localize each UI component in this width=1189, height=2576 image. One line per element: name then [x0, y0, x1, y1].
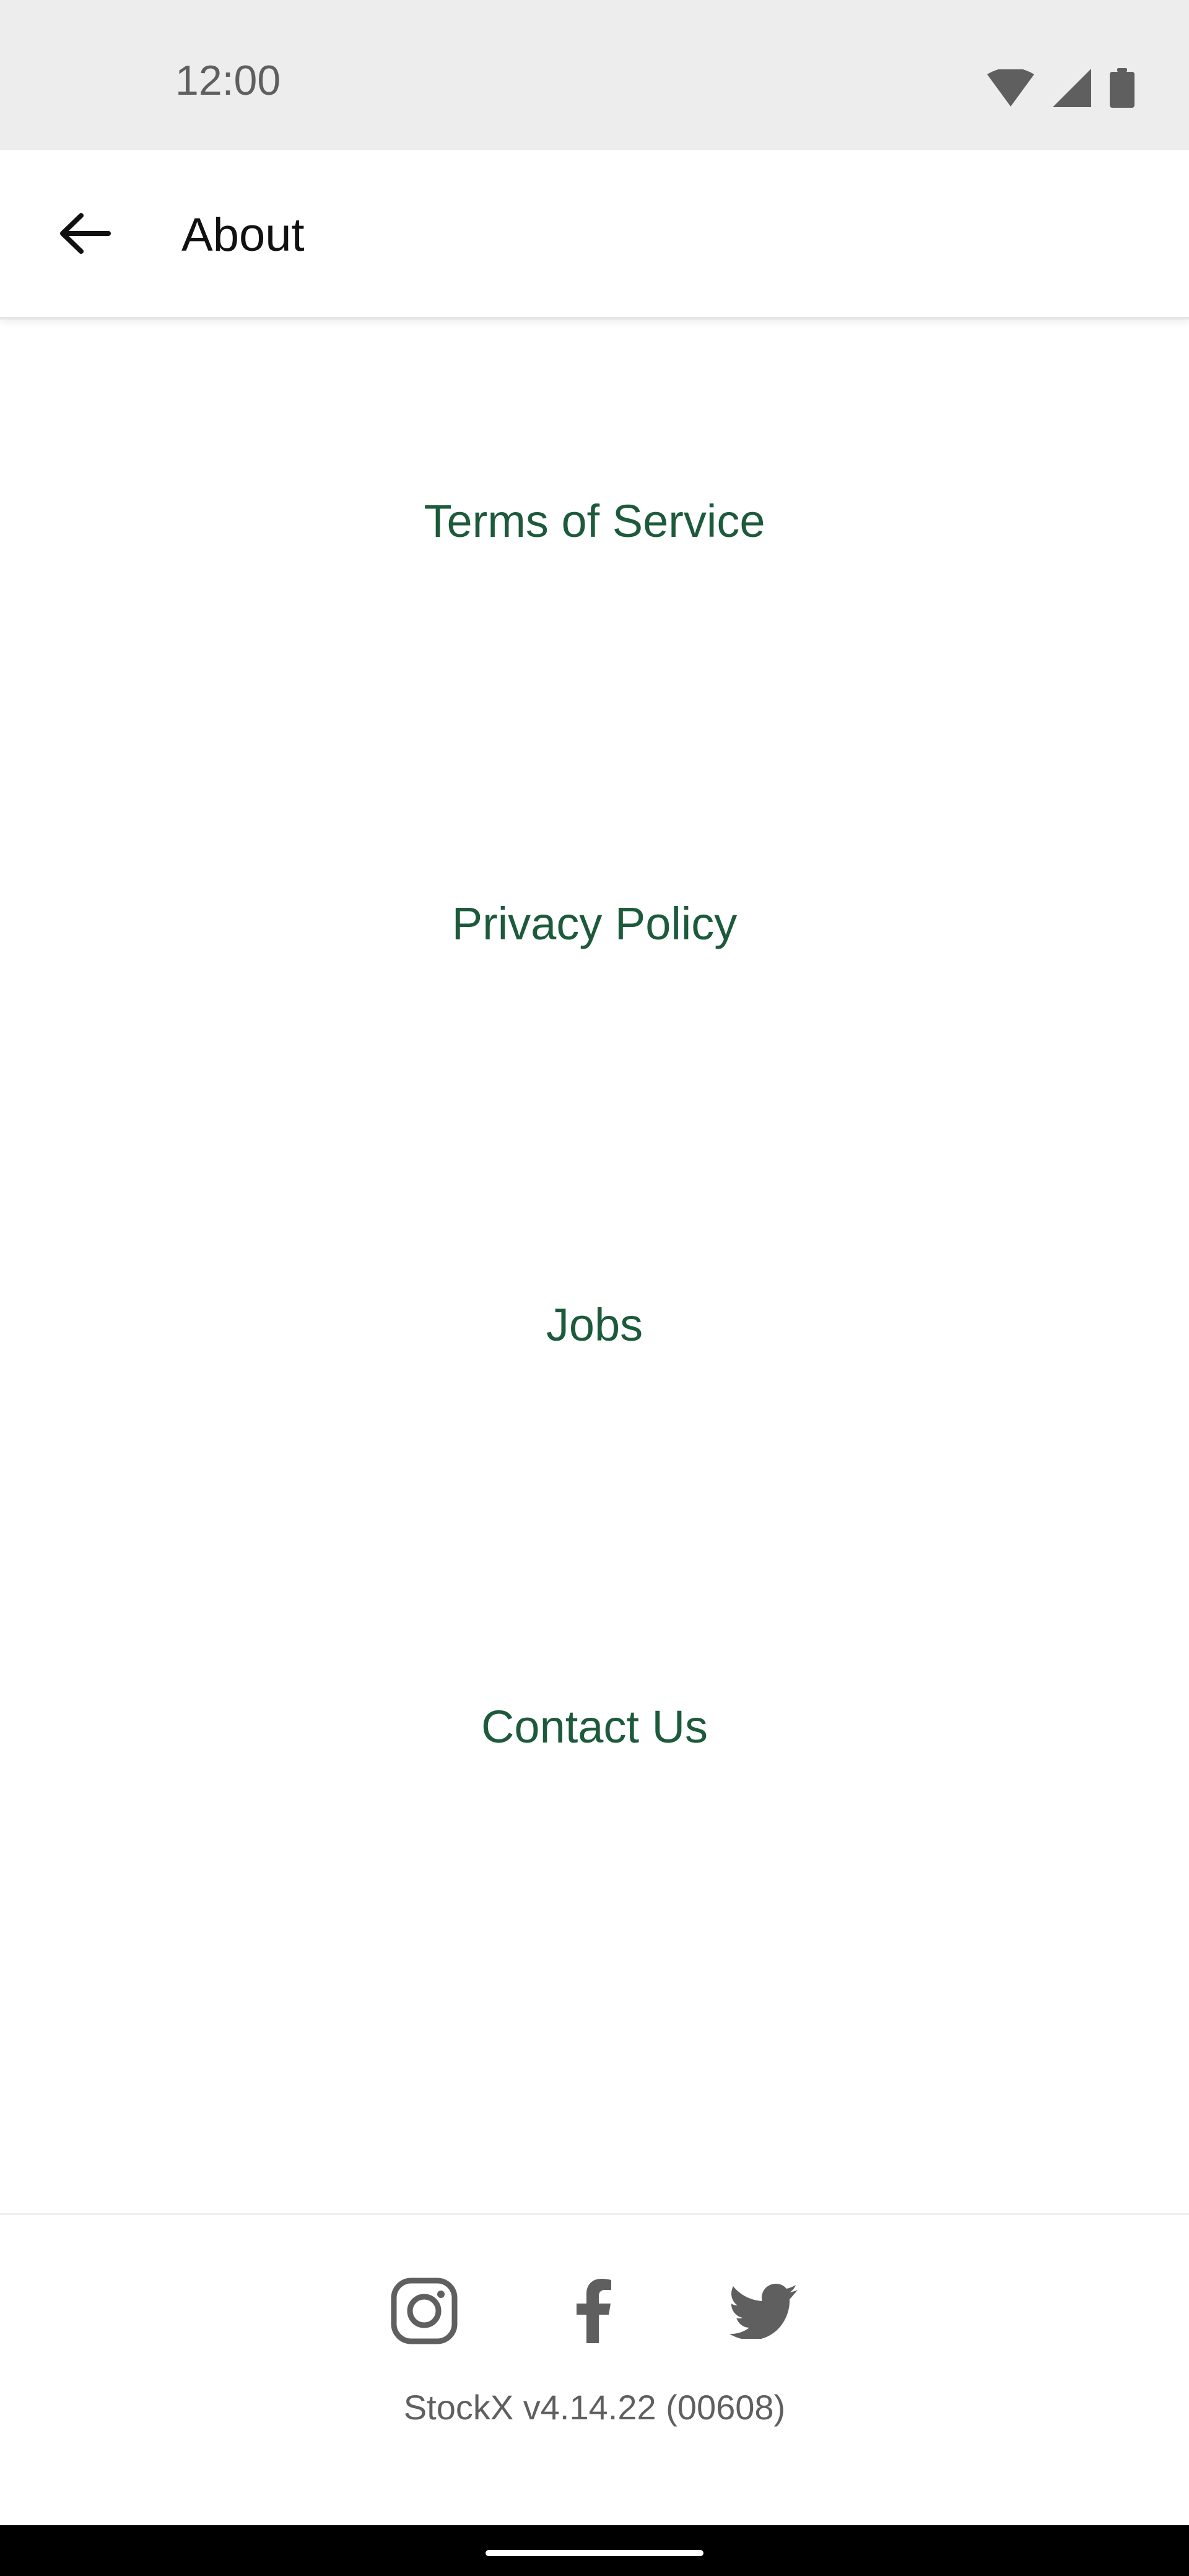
wifi-icon [987, 67, 1034, 110]
home-indicator[interactable] [486, 2550, 703, 2556]
system-navigation-bar [0, 2525, 1189, 2576]
facebook-icon [573, 2278, 614, 2346]
status-bar: 12:00 [0, 0, 1189, 150]
status-icons [987, 67, 1135, 111]
social-links [0, 2266, 1189, 2359]
cellular-signal-icon [1053, 69, 1091, 110]
facebook-button[interactable] [547, 2266, 640, 2359]
instagram-button[interactable] [378, 2266, 471, 2359]
twitter-button[interactable] [717, 2266, 810, 2359]
about-links-list: Terms of Service Privacy Policy Jobs Con… [0, 320, 1189, 1905]
jobs-link[interactable]: Jobs [0, 1123, 1189, 1526]
battery-icon [1110, 68, 1135, 111]
app-version-text: StockX v4.14.22 (00608) [403, 2388, 786, 2427]
twitter-icon [730, 2283, 798, 2342]
status-time: 12:00 [175, 57, 281, 104]
contact-us-link[interactable]: Contact Us [0, 1525, 1189, 1928]
arrow-left-icon [59, 212, 111, 258]
back-button[interactable] [38, 188, 131, 281]
instagram-icon [390, 2277, 458, 2348]
page-title: About [181, 209, 305, 261]
app-bar: About [0, 150, 1189, 320]
terms-of-service-link[interactable]: Terms of Service [0, 320, 1189, 722]
footer: StockX v4.14.22 (00608) [0, 2213, 1189, 2527]
privacy-policy-link[interactable]: Privacy Policy [0, 722, 1189, 1125]
